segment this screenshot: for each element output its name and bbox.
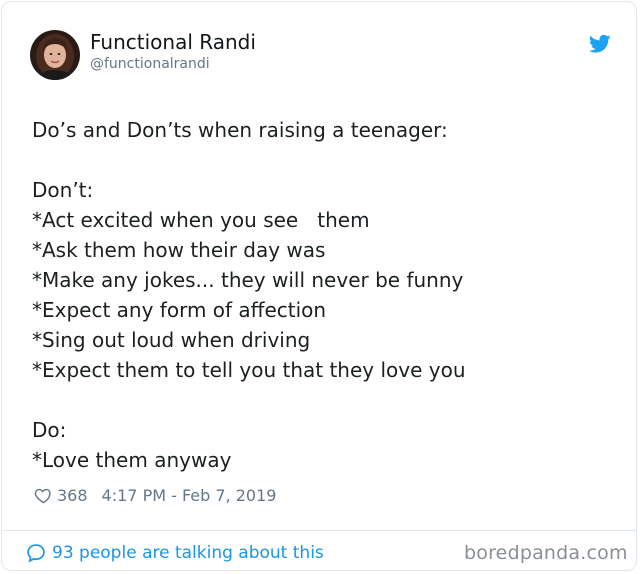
- tweet-timestamp[interactable]: 4:17 PM - Feb 7, 2019: [102, 486, 277, 505]
- dont-item: *Make any jokes... they will never be fu…: [32, 268, 464, 292]
- like-count[interactable]: 368: [57, 486, 88, 505]
- dont-label: Don’t:: [32, 178, 94, 202]
- dont-item: *Expect them to tell you that they love …: [32, 358, 466, 382]
- avatar[interactable]: [30, 30, 80, 80]
- watermark-brand: boredpanda.com: [464, 542, 628, 564]
- author-handle[interactable]: @functionalrandi: [90, 55, 210, 73]
- dont-item: *Sing out loud when driving: [32, 328, 311, 352]
- tweet-intro: Do’s and Don’ts when raising a teenager:: [32, 118, 448, 142]
- do-item: *Love them anyway: [32, 448, 232, 472]
- do-label: Do:: [32, 418, 67, 442]
- twitter-bird-icon[interactable]: [588, 34, 611, 54]
- dont-item: *Expect any form of affection: [32, 298, 327, 322]
- tweet-meta: 368 4:17 PM - Feb 7, 2019: [34, 484, 276, 506]
- dont-item: *Ask them how their day was: [32, 238, 326, 262]
- tweet-card: Functional Randi @functionalrandi Do’s a…: [1, 1, 637, 571]
- speech-bubble-icon[interactable]: [26, 543, 46, 563]
- conversation-link[interactable]: 93 people are talking about this: [52, 542, 324, 564]
- footer-divider: [2, 530, 636, 531]
- author-name[interactable]: Functional Randi: [90, 30, 256, 54]
- dont-item: *Act excited when you see them: [32, 208, 370, 232]
- avatar-image: [30, 30, 80, 80]
- heart-icon[interactable]: [34, 486, 53, 505]
